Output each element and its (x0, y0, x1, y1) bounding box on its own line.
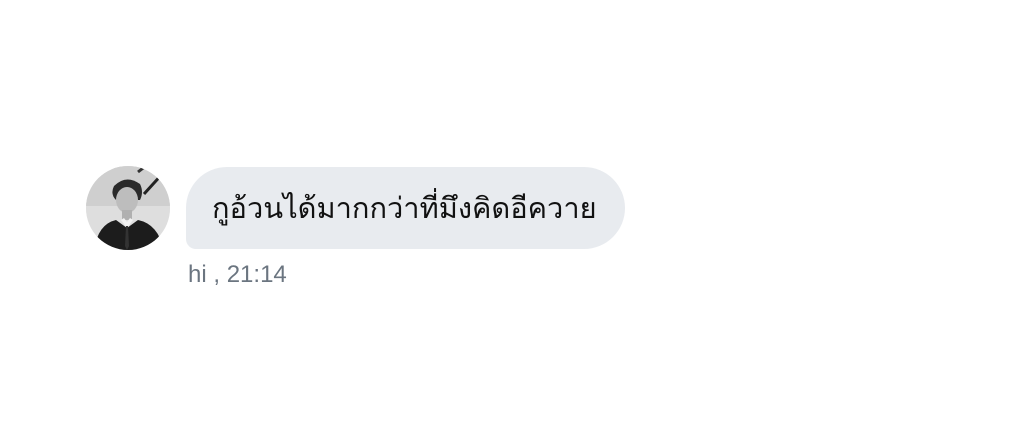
avatar[interactable] (86, 166, 170, 250)
message-bubble[interactable]: กูอ้วนได้มากกว่าที่มึงคิดอีควาย (186, 167, 625, 249)
meta-separator: , (206, 261, 221, 288)
message-row: กูอ้วนได้มากกว่าที่มึงคิดอีควาย (86, 166, 625, 250)
sender-name: hi (188, 261, 207, 288)
message-meta: hi , 21:14 (188, 261, 287, 289)
message-text: กูอ้วนได้มากกว่าที่มึงคิดอีควาย (212, 191, 597, 225)
chat-screen: กูอ้วนได้มากกว่าที่มึงคิดอีควาย hi , 21:… (0, 0, 1024, 434)
message-time: 21:14 (226, 261, 287, 288)
profile-photo-icon (86, 166, 170, 250)
